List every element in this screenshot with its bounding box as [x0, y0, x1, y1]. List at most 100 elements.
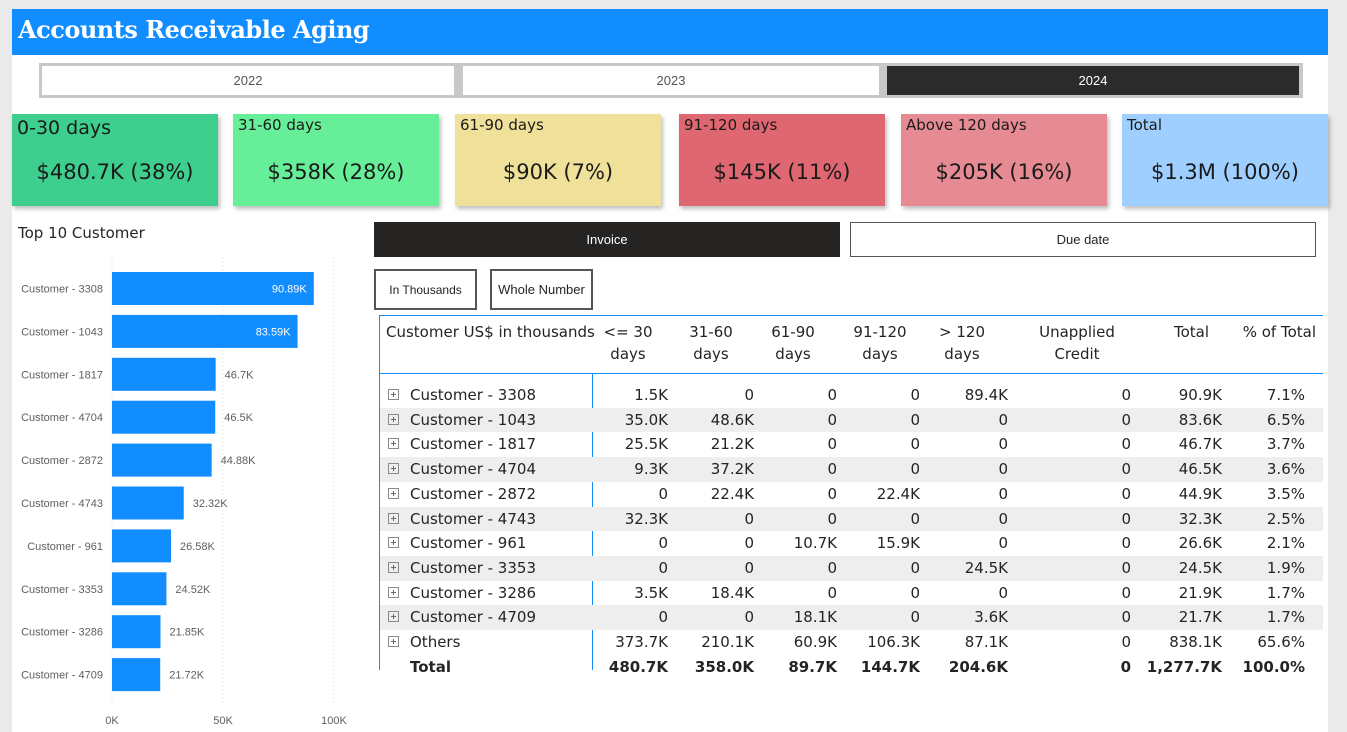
row-label: Others — [410, 633, 461, 651]
cell-value: 24.5K — [964, 558, 1008, 577]
bar[interactable] — [112, 486, 184, 520]
cell-value: 0 — [744, 608, 754, 627]
cell-value: 0 — [827, 435, 837, 454]
bar[interactable] — [112, 357, 216, 391]
x-tick-label: 0K — [105, 715, 119, 727]
cell-value: 83.6K — [1178, 410, 1222, 429]
cell-value: 358.0K — [694, 657, 754, 676]
data-label: 44.88K — [221, 455, 257, 467]
cell-value: 3.6K — [974, 608, 1008, 627]
expand-icon[interactable] — [388, 636, 399, 647]
bar[interactable] — [112, 443, 212, 477]
cell-value: 0 — [827, 558, 837, 577]
row-label: Total — [410, 657, 451, 676]
bar[interactable] — [112, 658, 161, 692]
cell-value: 0 — [998, 509, 1008, 528]
cell-value: 18.1K — [793, 608, 837, 627]
table-row: Customer - 2872 0 22.4K 0 22.4K 0 0 44.9K 3.5% — [380, 482, 1323, 507]
expand-icon[interactable] — [388, 413, 399, 425]
cell-value: 3.7% — [1266, 435, 1305, 454]
data-label: 46.5K — [224, 412, 253, 424]
category-label: Customer - 2872 — [21, 455, 103, 467]
cell-value: 480.7K — [608, 657, 668, 676]
data-label: 21.85K — [170, 627, 206, 639]
top-customers-bar-chart: 0K 50K 100K Customer - 3308 90.89K Customer -… — [21, 258, 348, 727]
year-2024-button[interactable]: 2024 — [887, 66, 1299, 95]
cell-value: 0 — [998, 410, 1008, 429]
cell-value: 0 — [998, 534, 1008, 553]
kpi-label: Total — [1127, 116, 1163, 134]
cell-value: 0 — [744, 386, 754, 404]
cell-value: 0 — [1121, 633, 1131, 651]
cell-value: 0 — [1121, 386, 1131, 404]
bar[interactable] — [112, 529, 172, 563]
cell-value: 3.5% — [1266, 484, 1305, 503]
data-label: 83.59K — [256, 326, 292, 338]
kpi-above-120-days[interactable]: Above 120 days $205K (16%) — [901, 114, 1107, 206]
expand-icon[interactable] — [388, 487, 399, 499]
cell-value: 0 — [827, 484, 837, 503]
cell-value: 0 — [1120, 657, 1131, 676]
kpi-61-90-days[interactable]: 61-90 days $90K (7%) — [455, 114, 661, 206]
cell-value: 25.5K — [624, 435, 668, 454]
cell-value: 1.9% — [1266, 558, 1305, 577]
year-2023-button[interactable]: 2023 — [463, 66, 879, 95]
cell-value: 0 — [1121, 410, 1131, 429]
in-thousands-button[interactable]: In Thousands — [374, 269, 477, 310]
cell-value: 204.6K — [948, 657, 1008, 676]
cell-value: 838.1K — [1169, 633, 1222, 651]
cell-value: 0 — [1121, 509, 1131, 528]
expand-icon[interactable] — [388, 561, 399, 573]
kpi-91-120-days[interactable]: 91-120 days $145K (11%) — [679, 114, 885, 206]
cell-value: 106.3K — [867, 633, 920, 651]
expand-icon[interactable] — [388, 537, 399, 549]
cell-value: 35.0K — [624, 410, 668, 429]
cell-value: 21.7K — [1178, 608, 1222, 627]
invoice-toggle-button[interactable]: Invoice — [374, 222, 840, 257]
expand-icon[interactable] — [388, 586, 399, 598]
column-header: 31-60 days — [689, 323, 733, 363]
cell-value: 0 — [658, 558, 668, 577]
expand-icon[interactable] — [388, 463, 399, 475]
cell-value: 1.7% — [1266, 608, 1305, 627]
cell-value: 0 — [910, 435, 920, 454]
cell-value: 0 — [910, 608, 920, 627]
cell-value: 89.7K — [788, 657, 837, 676]
bar[interactable] — [112, 615, 161, 649]
cell-value: 0 — [827, 509, 837, 528]
kpi-total[interactable]: Total $1.3M (100%) — [1122, 114, 1328, 206]
data-label: 21.72K — [169, 670, 205, 682]
year-2022-button[interactable]: 2022 — [42, 66, 454, 95]
expand-icon[interactable] — [388, 389, 399, 400]
data-label: 24.52K — [175, 584, 211, 596]
cell-value: 0 — [998, 435, 1008, 454]
cell-value: 37.2K — [710, 460, 754, 479]
bar[interactable] — [112, 572, 167, 606]
cell-value: 60.9K — [793, 633, 837, 651]
bar[interactable] — [112, 400, 216, 434]
due-date-toggle-button[interactable]: Due date — [850, 222, 1316, 257]
kpi-label: 0-30 days — [17, 117, 112, 139]
cell-value: 7.1% — [1266, 386, 1305, 404]
cell-value: 46.7K — [1178, 435, 1222, 454]
cell-value: 0 — [744, 534, 754, 553]
kpi-value: $480.7K (38%) — [36, 160, 194, 184]
whole-number-button[interactable]: Whole Number — [490, 269, 593, 310]
expand-icon[interactable] — [388, 438, 399, 450]
kpi-31-60-days[interactable]: 31-60 days $358K (28%) — [233, 114, 439, 206]
cell-value: 0 — [910, 460, 920, 479]
kpi-value: $90K (7%) — [502, 160, 614, 184]
row-label: Customer - 1043 — [410, 410, 536, 429]
x-tick-label: 50K — [213, 715, 233, 727]
cell-value: 0 — [910, 583, 920, 602]
cell-value: 48.6K — [710, 410, 754, 429]
column-header: Total — [1173, 323, 1209, 341]
cell-value: 2.5% — [1266, 509, 1305, 528]
kpi-label: 61-90 days — [460, 116, 544, 134]
category-label: Customer - 4709 — [21, 670, 103, 682]
expand-icon[interactable] — [388, 512, 399, 524]
category-label: Customer - 3286 — [21, 627, 103, 639]
kpi-0-30-days[interactable]: 0-30 days $480.7K (38%) — [12, 114, 218, 206]
expand-icon[interactable] — [388, 611, 399, 623]
cell-value: 0 — [998, 460, 1008, 479]
